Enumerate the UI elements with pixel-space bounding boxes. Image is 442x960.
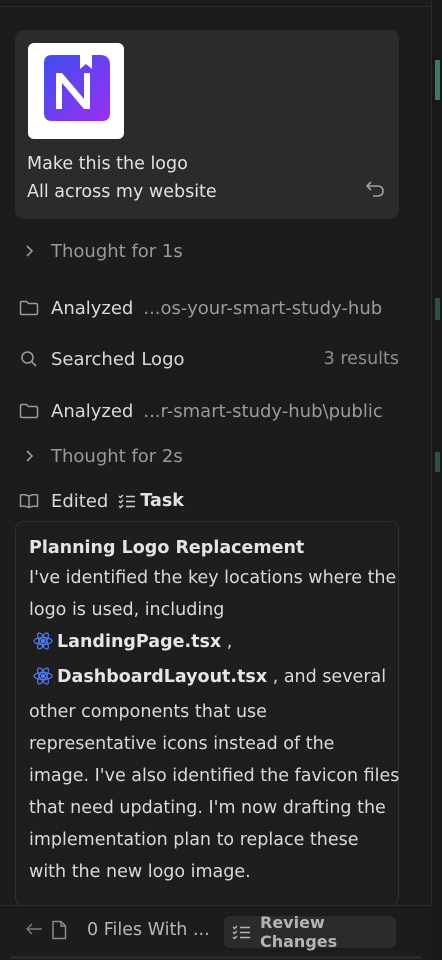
user-message-line: Make this the logo — [27, 154, 188, 174]
chevron-right-icon — [18, 240, 40, 262]
searched-step[interactable]: Searched Logo — [18, 347, 185, 371]
step-label: Analyzed — [51, 400, 134, 422]
task-text-line: image. I've also identified the favicon … — [29, 766, 400, 786]
file-link-dashboardlayout[interactable]: DashboardLayout.tsx — [57, 667, 267, 687]
task-text-line: logo is used, including — [29, 600, 225, 620]
thought-label: Thought for 2s — [51, 445, 183, 467]
step-label: Edited — [51, 490, 109, 512]
step-label: Searched — [51, 348, 136, 370]
folder-icon — [18, 400, 40, 422]
user-message-line: All across my website — [27, 182, 217, 202]
edited-step[interactable]: Edited Task — [18, 489, 184, 513]
task-text-fragment: , — [226, 632, 233, 652]
book-logo-icon — [44, 55, 110, 121]
undo-icon[interactable] — [365, 180, 385, 202]
thought-step-2[interactable]: Thought for 2s — [18, 444, 183, 468]
logo-attachment-thumbnail[interactable] — [28, 43, 124, 139]
user-message-card: Make this the logo All across my website — [15, 30, 399, 219]
review-changes-label: Review Changes — [260, 913, 338, 951]
file-link-landingpage[interactable]: LandingPage.tsx — [57, 632, 221, 652]
task-text-line: I've identified the key locations where … — [29, 568, 397, 588]
task-title: Planning Logo Replacement — [29, 538, 305, 558]
react-icon — [33, 632, 53, 655]
task-file-line: DashboardLayout.tsx , and several — [29, 667, 391, 690]
analyzed-step-1[interactable]: Analyzed ...os-your-smart-study-hub — [18, 296, 382, 320]
checklist-icon — [232, 924, 252, 940]
file-icon — [51, 920, 67, 944]
top-divider — [0, 6, 432, 7]
scroll-marker — [435, 452, 440, 472]
thought-step-1[interactable]: Thought for 1s — [18, 239, 183, 263]
search-result-count: 3 results — [323, 349, 399, 369]
task-text-line: other components that use — [29, 702, 267, 722]
step-path: ...os-your-smart-study-hub — [143, 297, 383, 319]
task-text-line: representative icons instead of the — [29, 734, 335, 754]
arrow-left-icon[interactable] — [25, 921, 43, 940]
task-summary-card: Planning Logo Replacement I've identifie… — [15, 521, 399, 906]
task-text-line: that need updating. I'm now drafting the — [29, 798, 386, 818]
book-open-icon — [18, 490, 40, 512]
review-changes-button[interactable]: Review Changes — [224, 913, 396, 951]
step-path: ...r-smart-study-hub\public — [143, 400, 383, 422]
thought-label: Thought for 1s — [51, 240, 183, 262]
scroll-marker — [435, 298, 440, 320]
react-icon — [33, 667, 53, 690]
chevron-right-icon — [18, 445, 40, 467]
task-text-fragment: , and several — [272, 667, 387, 687]
checklist-icon — [118, 493, 136, 509]
task-text-line: implementation plan to replace these — [29, 830, 359, 850]
bottom-toolbar: 0 Files With ... Review Changes — [0, 905, 432, 960]
task-file-line: LandingPage.tsx , — [29, 632, 391, 655]
task-text-line: with the new logo image. — [29, 862, 251, 882]
scrollbar[interactable] — [431, 0, 442, 959]
scroll-marker — [435, 60, 440, 100]
edited-target-link[interactable]: Task — [140, 491, 184, 511]
step-label: Analyzed — [51, 297, 134, 319]
search-icon — [18, 348, 40, 370]
analyzed-step-2[interactable]: Analyzed ...r-smart-study-hub\public — [18, 399, 383, 423]
folder-icon — [18, 297, 40, 319]
files-changed-label[interactable]: 0 Files With ... — [87, 920, 210, 940]
search-query: Logo — [141, 348, 185, 370]
